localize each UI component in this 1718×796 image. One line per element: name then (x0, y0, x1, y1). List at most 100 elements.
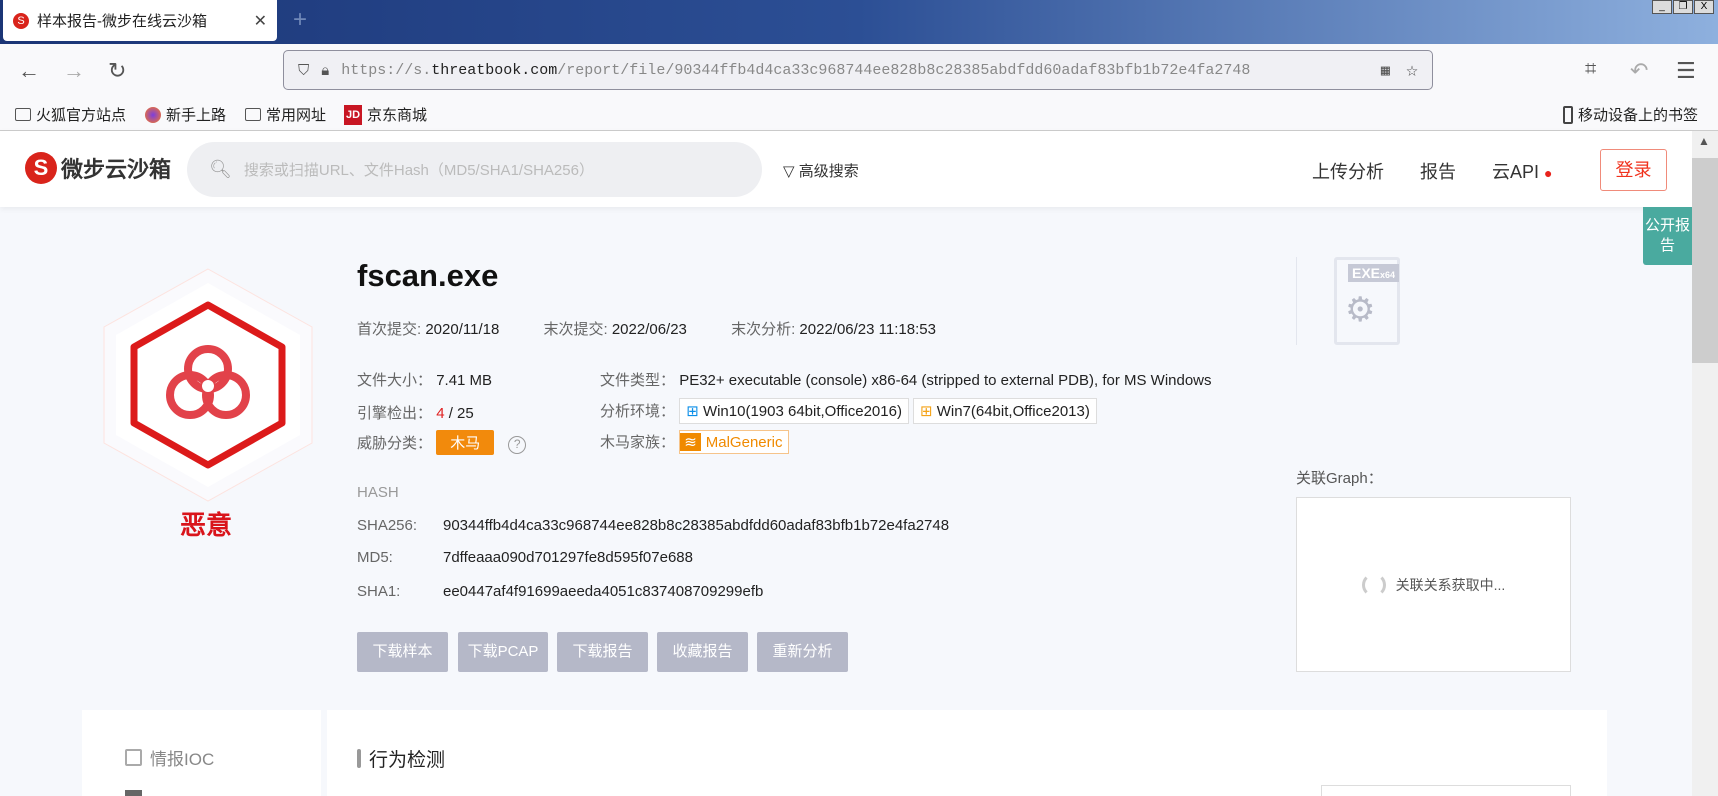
md5-value: 7dffeaaa090d701297fe8d595f07e688 (443, 549, 693, 566)
url-bar[interactable]: ⛉ 🔒︎ https://s. threatbook.com/report/fil… (283, 50, 1433, 90)
nav-cloud-api[interactable]: 云API ● (1492, 158, 1553, 184)
file-icon-arch: x64 (1380, 270, 1396, 280)
nav-upload[interactable]: 上传分析 (1312, 158, 1384, 184)
last-submit: 2022/06/23 (611, 321, 687, 338)
qr-code-icon[interactable]: ▦ (1381, 61, 1390, 80)
reload-icon[interactable]: ↻ (108, 58, 126, 84)
scroll-up-icon[interactable]: ▲ (1698, 134, 1710, 148)
window-close-icon[interactable]: X (1694, 0, 1714, 14)
layers-icon: ≋ (680, 433, 701, 451)
env-label-text: Win7(64bit,Office2013) (936, 403, 1090, 420)
star-icon[interactable]: ☆ (1406, 57, 1418, 83)
graph-loading-text: 关联关系获取中... (1395, 576, 1506, 593)
last-analysis-label: 末次分析: (731, 321, 796, 338)
env-label: 分析环境： (600, 403, 676, 420)
file-size: 7.41 MB (436, 372, 493, 389)
env-win7[interactable]: ⊞ Win7(64bit,Office2013) (912, 398, 1097, 424)
type-label: 文件类型： (600, 372, 676, 389)
file-name: fscan.exe (357, 258, 499, 293)
bookmark-item[interactable]: 新手上路 (145, 104, 226, 125)
bookmark-item[interactable]: JD 京东商城 (344, 104, 427, 125)
family-tag[interactable]: ≋ MalGeneric (679, 430, 790, 454)
advanced-search-link[interactable]: ▽ 高级搜索 (783, 160, 859, 181)
submission-dates: 首次提交: 2020/11/18 末次提交: 2022/06/23 末次分析: … (357, 318, 936, 339)
side-nav-ioc[interactable]: 情报IOC (125, 745, 214, 770)
public-report-button[interactable]: 公开报告 (1643, 207, 1692, 265)
last-submit-label: 末次提交: (543, 321, 608, 338)
env-win10[interactable]: ⊞ Win10(1903 64bit,Office2016) (679, 398, 909, 424)
file-icon-type: EXE (1352, 265, 1381, 281)
section-title: 行为检测 (369, 750, 446, 771)
side-nav-next-icon (125, 790, 142, 796)
site-logo[interactable]: S 微步云沙箱 (25, 152, 171, 184)
loading-spinner-icon (1361, 572, 1386, 597)
verdict-label: 恶意 (180, 510, 233, 540)
folder-icon (245, 108, 261, 121)
sha256-value: 90344ffb4d4ca33c968744ee828b8c28385abdfd… (443, 517, 950, 534)
crop-icon[interactable]: ⌗ (1585, 58, 1596, 81)
help-icon[interactable]: ? (508, 436, 527, 454)
sha256-label: SHA256: (357, 517, 418, 534)
windows7-icon: ⊞ (919, 403, 933, 420)
undo-icon[interactable]: ↶ (1630, 58, 1648, 84)
forward-icon[interactable]: → (63, 58, 85, 84)
nav-label: 云API (1492, 162, 1540, 182)
nav-reports[interactable]: 报告 (1420, 158, 1456, 184)
minimize-icon[interactable]: _ (1652, 0, 1672, 14)
favorite-report-button[interactable]: 收藏报告 (657, 632, 748, 672)
divider (1296, 257, 1297, 345)
graph-panel: 关联关系获取中... (1296, 497, 1571, 672)
bookmarks-bar: 火狐官方站点 新手上路 常用网址 JD 京东商城 移动设备上的书签 (0, 100, 1718, 131)
mobile-bookmarks[interactable]: 移动设备上的书签 (1563, 104, 1698, 125)
section-marker (357, 749, 361, 768)
behavior-panel (1321, 785, 1571, 796)
family-row: 木马家族： ≋ MalGeneric (600, 430, 790, 454)
login-button[interactable]: 登录 (1600, 149, 1667, 191)
bookmark-label: 新手上路 (166, 107, 227, 124)
section-behavior: 行为检测 (357, 745, 445, 772)
bookmark-item[interactable]: 火狐官方站点 (15, 104, 126, 125)
phone-icon (1563, 105, 1573, 124)
folder-icon (15, 108, 31, 121)
graph-label: 关联Graph： (1296, 470, 1383, 487)
file-type-row: 文件类型： PE32+ executable (console) x86-64 … (600, 369, 1212, 390)
url-prefix: https://s. (341, 61, 432, 79)
first-submit: 2020/11/18 (425, 321, 500, 338)
hash-title: HASH (357, 484, 399, 501)
browser-tab[interactable]: S 样本报告-微步在线云沙箱 ✕ (3, 0, 277, 41)
search-placeholder: 搜索或扫描URL、文件Hash（MD5/SHA1/SHA256） (243, 162, 594, 179)
first-submit-label: 首次提交: (357, 321, 422, 338)
url-domain: threatbook.com (431, 61, 558, 79)
menu-icon[interactable]: ☰ (1676, 58, 1696, 84)
engine-hits: 4 (436, 405, 445, 422)
close-tab-icon[interactable]: ✕ (254, 11, 267, 31)
new-tab-icon[interactable]: + (293, 6, 307, 34)
lock-icon: 🔒︎ (321, 61, 330, 79)
advanced-search-label: 高级搜索 (798, 163, 859, 180)
jd-icon: JD (344, 104, 362, 125)
reanalyze-button[interactable]: 重新分析 (757, 632, 848, 672)
engine-label: 引擎检出： (357, 405, 433, 422)
search-icon: 🔍︎ (209, 159, 232, 179)
bookmark-label: 常用网址 (266, 107, 327, 124)
url-path: /report/file/90344ffb4d4ca33c968744ee828… (557, 61, 1251, 79)
back-icon[interactable]: ← (18, 58, 40, 84)
download-report-button[interactable]: 下载报告 (557, 632, 648, 672)
shield-icon: ⛉ (298, 61, 310, 79)
restore-icon[interactable]: ❐ (1673, 0, 1693, 14)
verdict-badge (103, 268, 313, 502)
exe-file-icon: EXEx64 ⚙ (1334, 257, 1400, 345)
md5-label: MD5: (357, 549, 393, 566)
fire-icon: ● (1544, 165, 1553, 181)
scrollbar-thumb[interactable] (1692, 158, 1718, 363)
tab-title: 样本报告-微步在线云沙箱 (37, 13, 207, 30)
bookmark-label: 移动设备上的书签 (1578, 107, 1699, 124)
bookmark-label: 京东商城 (367, 107, 428, 124)
search-input[interactable]: 🔍︎ 搜索或扫描URL、文件Hash（MD5/SHA1/SHA256） (187, 142, 762, 197)
bookmark-item[interactable]: 常用网址 (245, 104, 326, 125)
file-size-row: 文件大小： 7.41 MB (357, 369, 492, 390)
download-sample-button[interactable]: 下载样本 (357, 632, 448, 672)
download-pcap-button[interactable]: 下载PCAP (458, 632, 548, 672)
env-row: 分析环境： ⊞ Win10(1903 64bit,Office2016) ⊞ Wi… (600, 398, 1101, 424)
env-label-text: Win10(1903 64bit,Office2016) (702, 403, 902, 420)
